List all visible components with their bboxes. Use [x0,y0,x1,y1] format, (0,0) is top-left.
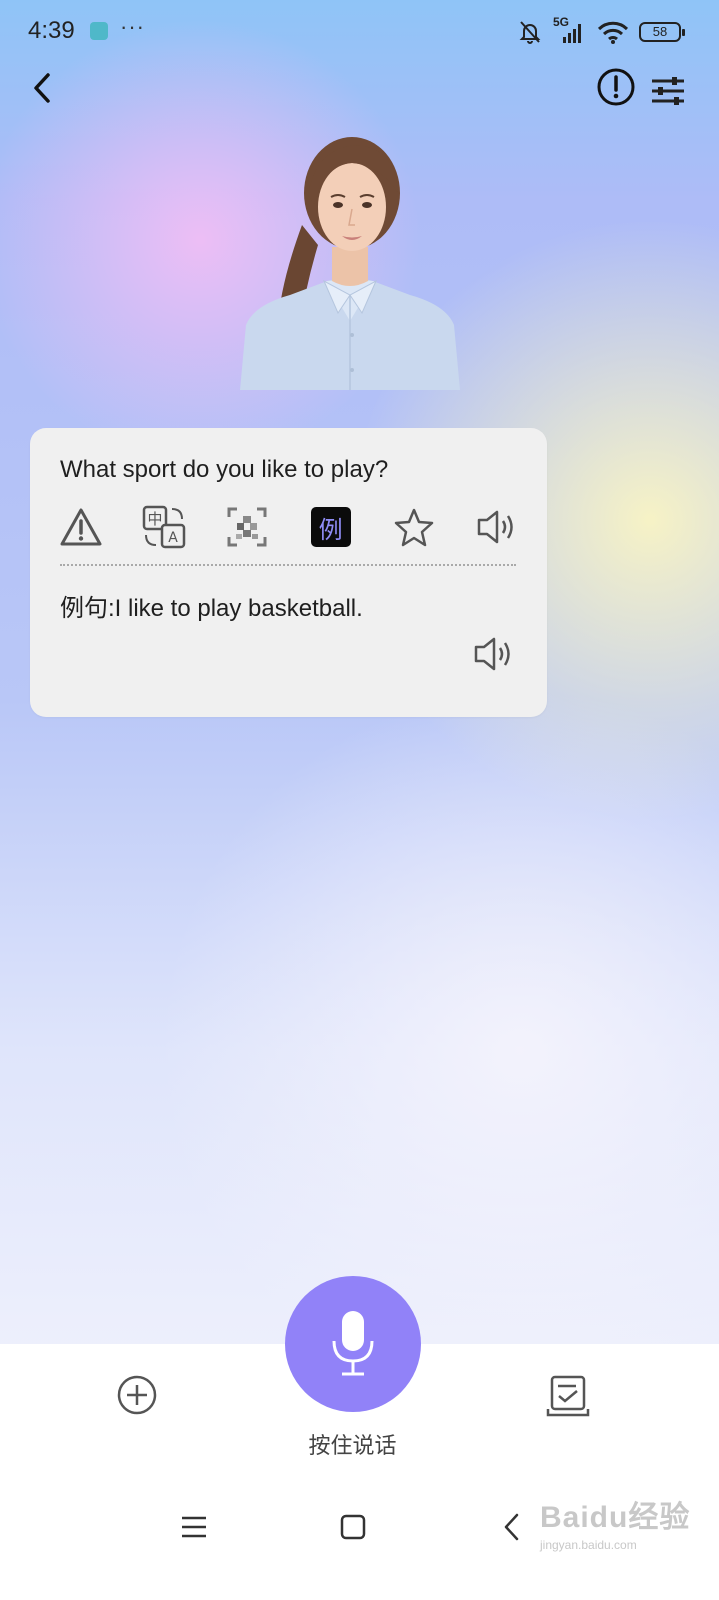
example-button[interactable]: 例 [308,504,354,550]
add-button[interactable] [116,1374,158,1416]
status-bar: 4:39 ··· 5G 58 [0,0,719,64]
watermark-brand: Baidu经验 [540,1501,691,1534]
hold-to-talk-label: 按住说话 [308,1433,397,1458]
more-notifications-icon: ··· [120,14,145,39]
speaker-icon [477,510,513,544]
warning-triangle-icon [60,508,102,546]
plus-circle-icon [117,1375,157,1415]
back-button[interactable] [22,68,62,108]
exclamation-circle-icon [597,68,635,106]
square-icon [340,1514,366,1540]
tutor-avatar [240,135,460,390]
wifi-icon [597,21,629,44]
cell-signal-icon: 5G [553,15,587,45]
card-actions: 中 A 例 [58,504,520,550]
example-label: 例 [310,507,351,547]
status-icons: 5G 58 [517,15,685,48]
question-card: What sport do you like to play? 中 A 例 例句… [30,428,547,717]
svg-text:中: 中 [148,510,163,528]
translate-button[interactable]: 中 A [141,504,187,550]
battery-indicator: 58 [639,22,685,42]
status-time: 4:39 [28,17,75,44]
card-divider [60,564,516,566]
report-button[interactable] [58,504,104,550]
recent-apps-button[interactable] [180,1514,208,1540]
chevron-left-icon [34,73,50,103]
system-back-button[interactable] [500,1512,524,1542]
favorite-button[interactable] [391,504,437,550]
mosaic-button[interactable] [224,504,270,550]
svg-text:A: A [168,530,178,546]
info-button[interactable] [596,67,636,107]
app-notification-icon [90,22,108,40]
mute-bell-icon [519,21,541,44]
chevron-left-icon [504,1513,519,1541]
home-button[interactable] [339,1513,367,1541]
sliders-icon [652,77,684,105]
speak-question-button[interactable] [474,504,520,550]
microphone-icon [332,1311,374,1376]
hold-to-talk-button[interactable] [285,1276,421,1412]
checklist-icon [546,1375,590,1417]
notes-button[interactable] [546,1374,590,1418]
menu-icon [182,1516,206,1538]
star-icon [394,508,433,547]
watermark-domain: jingyan.baidu.com [540,1538,637,1552]
mosaic-icon [227,507,267,547]
settings-button[interactable] [648,72,688,110]
example-sentence: 例句:I like to play basketball. [60,595,363,622]
speak-example-button[interactable] [472,634,518,680]
question-text: What sport do you like to play? [60,456,389,483]
watermark: Baidu经验 jingyan.baidu.com [540,1492,690,1552]
translate-icon: 中 A [142,505,186,549]
speaker-icon [474,637,510,671]
